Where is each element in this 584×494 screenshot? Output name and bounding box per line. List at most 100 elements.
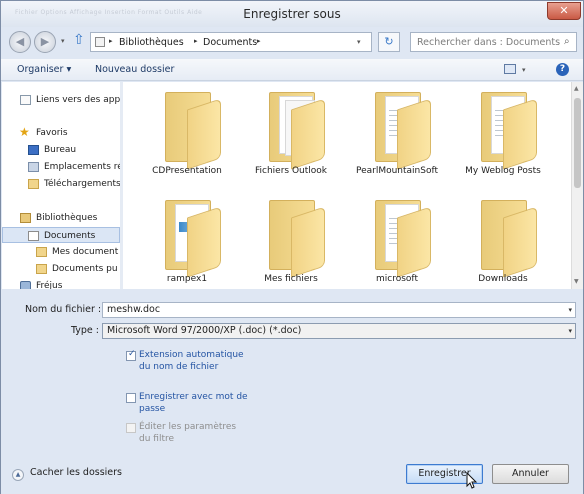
nav-item-my-documents[interactable]: Mes document [2,244,120,260]
search-input[interactable]: Rechercher dans : Documents ⌕ [410,32,577,52]
star-icon: ★ [19,125,30,139]
password-checkbox[interactable] [126,393,136,403]
folder-item[interactable]: Mes fichiers [239,194,343,289]
folder-item[interactable]: rampex1 [135,194,239,289]
chevron-down-icon[interactable]: ▾ [568,303,572,317]
view-options-icon[interactable] [504,64,516,74]
breadcrumb-documents[interactable]: Documents [203,37,257,48]
file-type-value: Microsoft Word 97/2000/XP (.doc) (*.doc) [107,325,302,336]
view-dropdown-icon[interactable]: ▾ [522,66,526,74]
breadcrumb-arrow-icon[interactable]: ▸ [194,37,198,45]
folder-icon [28,179,39,189]
nav-item-label: Téléchargements [44,179,120,189]
folder-front [187,206,221,278]
organize-button[interactable]: Organiser ▾ [17,64,71,75]
checkmark-icon: ✓ [128,349,136,359]
scroll-up-icon[interactable]: ▲ [574,85,579,92]
nav-item-label: Favoris [36,128,68,138]
chevron-up-icon[interactable]: ▲ [12,469,24,481]
nav-item-label: Emplacements ré [44,162,120,172]
nav-item-public-documents[interactable]: Documents pu [2,261,120,277]
auto-extension-label[interactable]: Extension automatique du nom de fichier [139,349,249,373]
scroll-thumb[interactable] [574,98,581,188]
nav-item-label: Documents pu [52,264,118,274]
navigation-bar: ◀ ▶ ▾ ⇧ ▸ Bibliothèques ▸ Documents ▸ ▾ … [1,27,583,59]
folder-icon [95,37,105,47]
location-icon [28,162,39,172]
nav-item-label: Bureau [44,145,77,155]
navigation-pane: Liens vers des appl ★ Favoris Bureau Emp… [2,82,120,289]
back-button[interactable]: ◀ [9,31,31,53]
page-icon [20,95,31,105]
folder-icon [36,264,47,274]
file-list: CDPresentation Fichiers Outlook PearlMou… [123,82,571,289]
breadcrumb-arrow-icon[interactable]: ▸ [257,37,261,45]
file-type-select[interactable]: Microsoft Word 97/2000/XP (.doc) (*.doc)… [102,323,576,339]
folder-item[interactable]: microsoft [345,194,449,289]
folder-front [503,206,537,278]
hide-folders-button[interactable]: Cacher les dossiers [30,467,122,478]
nav-item-label: Mes document [52,247,119,257]
new-folder-button[interactable]: Nouveau dossier [95,64,174,75]
dialog-title: Enregistrer sous [243,7,341,21]
mouse-cursor-icon [466,472,478,489]
folder-label: rampex1 [166,274,208,284]
documents-icon [28,231,39,241]
folder-front [291,98,325,170]
nav-item-desktop[interactable]: Bureau [2,142,120,158]
network-icon [20,281,31,289]
desktop-icon [28,145,39,155]
command-bar: Organiser ▾ Nouveau dossier ▾ ? [1,59,583,81]
address-bar[interactable]: ▸ Bibliothèques ▸ Documents ▸ ▾ [90,32,372,52]
scroll-down-icon[interactable]: ▼ [574,278,579,285]
save-options-form: Nom du fichier : meshw.doc ▾ Type : Micr… [1,290,583,494]
folder-item[interactable]: CDPresentation [135,86,239,190]
nav-item-favorites[interactable]: ★ Favoris [2,125,120,141]
forward-button[interactable]: ▶ [34,31,56,53]
library-icon [20,213,31,223]
password-label[interactable]: Enregistrer avec mot de passe [139,391,249,415]
folder-item[interactable]: Fichiers Outlook [239,86,343,190]
filter-settings-label: Éditer les paramètres du filtre [139,422,237,444]
folder-label: Mes fichiers [264,274,318,284]
nav-item-label: Bibliothèques [36,213,98,223]
history-dropdown-icon[interactable]: ▾ [61,37,65,45]
refresh-button[interactable]: ↻ [378,32,400,52]
folder-item[interactable]: Downloads [451,194,555,289]
filter-settings-checkbox [126,423,136,433]
folder-icon [36,247,47,257]
folder-front [397,206,431,278]
filename-input[interactable]: meshw.doc ▾ [102,302,576,318]
nav-item-frejus[interactable]: Fréjus [2,278,120,289]
close-button[interactable]: ✕ [547,2,581,20]
chevron-down-icon[interactable]: ▾ [568,324,572,338]
nav-item-downloads[interactable]: Téléchargements [2,176,120,192]
folder-item[interactable]: PearlMountainSoft [345,86,449,190]
folder-label: My Weblog Posts [465,166,541,176]
cancel-button[interactable]: Annuler [492,464,569,484]
breadcrumb-libraries[interactable]: Bibliothèques [119,37,184,48]
folder-label: microsoft [376,274,418,284]
folder-front [187,98,221,170]
filename-label: Nom du fichier : [25,304,102,315]
folder-label: PearlMountainSoft [355,166,439,176]
breadcrumb-arrow-icon[interactable]: ▸ [109,37,113,45]
folder-item[interactable]: My Weblog Posts [451,86,555,190]
folder-label: Fichiers Outlook [254,166,327,176]
up-folder-button[interactable]: ⇧ [73,32,85,48]
nav-item-documents[interactable]: Documents [2,227,120,243]
auto-extension-checkbox[interactable]: ✓ [126,349,136,361]
type-label: Type : [70,325,99,336]
file-list-scrollbar[interactable]: ▲ ▼ [571,82,583,289]
nav-item-libraries[interactable]: Bibliothèques [2,210,120,226]
search-icon: ⌕ [564,36,570,47]
folder-label: Downloads [478,274,528,284]
folder-front [397,98,431,170]
address-dropdown-icon[interactable]: ▾ [357,38,361,46]
folder-label: CDPresentation [152,166,222,176]
title-bar: Fichier Options Affichage Insertion Form… [1,1,583,27]
nav-item-recent-places[interactable]: Emplacements ré [2,159,120,175]
nav-item-links[interactable]: Liens vers des appl [2,92,120,108]
help-icon[interactable]: ? [556,63,569,76]
search-placeholder: Rechercher dans : Documents [417,37,561,48]
